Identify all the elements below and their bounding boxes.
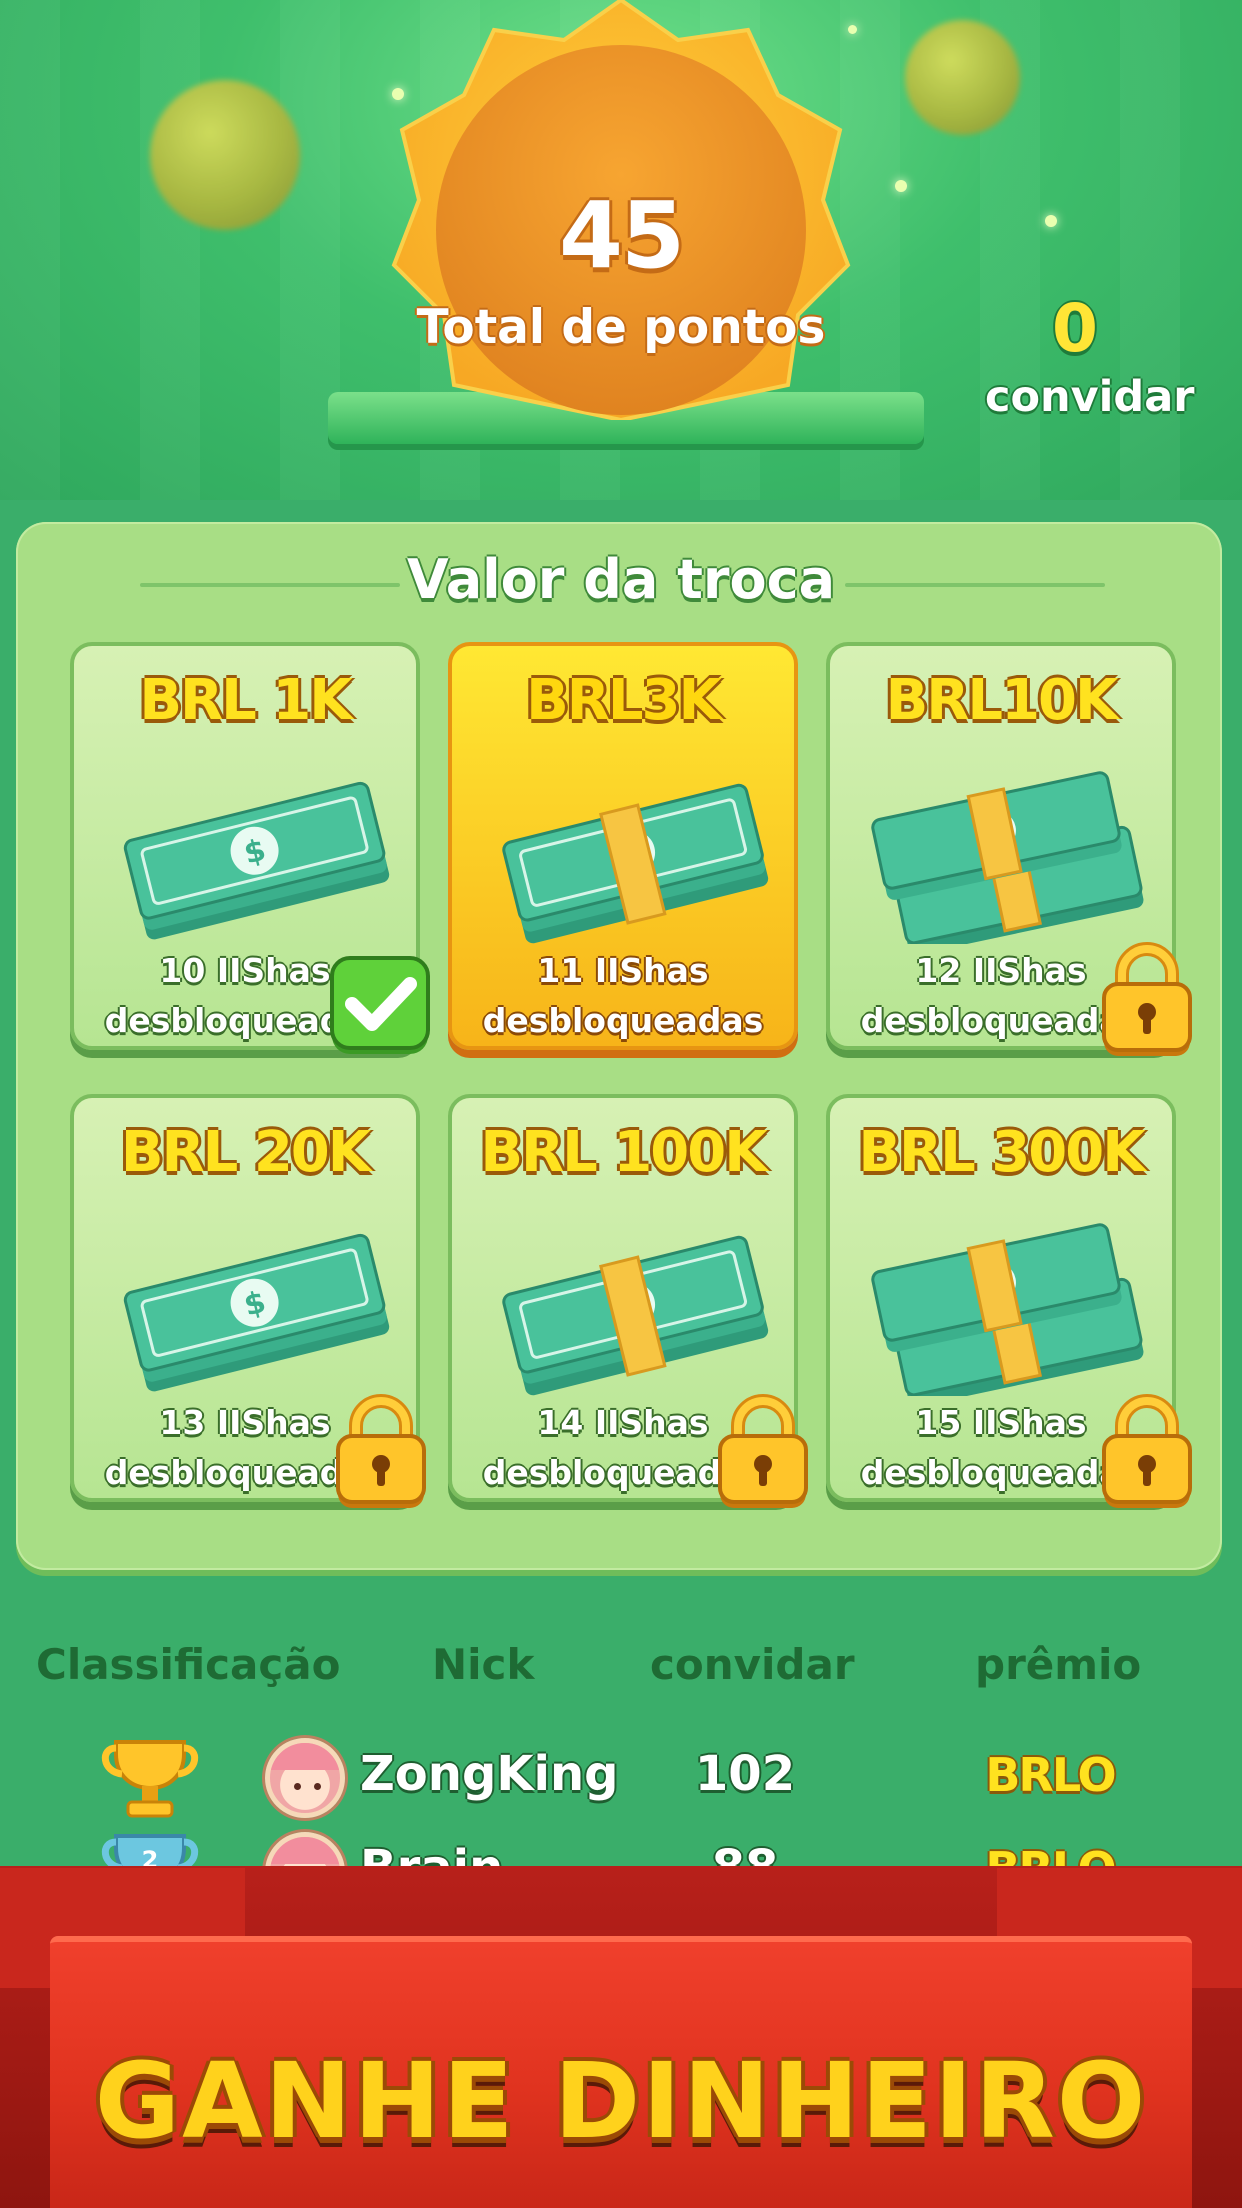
cash-stack-icon: $ xyxy=(123,1233,390,1392)
invite-label: convidar xyxy=(985,372,1195,422)
cash-double-bundle-icon xyxy=(871,1223,1144,1396)
gold-trophy-icon xyxy=(102,1740,198,1818)
lock-icon xyxy=(1102,1394,1192,1508)
cash-double-bundle-icon xyxy=(871,771,1144,944)
card-amount: BRL10K xyxy=(885,668,1119,733)
coin-icon xyxy=(150,80,300,230)
lock-icon xyxy=(718,1394,808,1508)
column-prize: prêmio xyxy=(975,1640,1142,1689)
card-requirement-line2: desbloqueadas xyxy=(482,1001,764,1040)
invite-count: 0 xyxy=(1052,290,1098,367)
check-icon xyxy=(330,956,430,1054)
table-row: ZongKing 102 BRLO xyxy=(0,1738,1242,1836)
card-requirement-line1: 11 IIShas xyxy=(537,951,709,990)
player-prize: BRLO xyxy=(985,1748,1116,1802)
card-amount: BRL 300K xyxy=(858,1120,1145,1185)
column-nick: Nick xyxy=(432,1640,535,1689)
card-amount: BRL3K xyxy=(526,668,722,733)
lock-icon xyxy=(336,1394,426,1508)
cash-bundle-icon xyxy=(502,783,769,944)
header-area: 45 Total de pontos 0 convidar xyxy=(0,0,1242,500)
total-points-label: Total de pontos xyxy=(416,300,826,355)
card-amount: BRL 100K xyxy=(480,1120,767,1185)
card-amount: BRL 20K xyxy=(120,1120,371,1185)
avatar xyxy=(265,1738,345,1818)
coin-icon xyxy=(905,20,1020,135)
cash-bundle-icon xyxy=(502,1235,769,1396)
total-points-value: 45 xyxy=(558,182,685,289)
lock-icon xyxy=(1102,942,1192,1056)
sparkle-icon xyxy=(895,180,907,192)
exchange-title: Valor da troca xyxy=(406,548,836,611)
banner-title: GANHE DINHEIRO xyxy=(94,2040,1148,2162)
cash-stack-icon: $ xyxy=(123,781,390,940)
card-requirement: 11 IIShas desbloqueadas xyxy=(452,946,794,1046)
player-invites: 102 xyxy=(694,1746,796,1802)
column-invites: convidar xyxy=(650,1640,855,1689)
player-nick: ZongKing xyxy=(360,1746,619,1802)
sparkle-icon xyxy=(1045,215,1057,227)
card-amount: BRL 1K xyxy=(139,668,352,733)
total-points-badge: 45 Total de pontos xyxy=(378,0,864,420)
column-rank: Classificação xyxy=(36,1640,341,1689)
exchange-card-3k[interactable]: BRL3K 11 IIShas desbloqueadas xyxy=(448,642,798,1050)
